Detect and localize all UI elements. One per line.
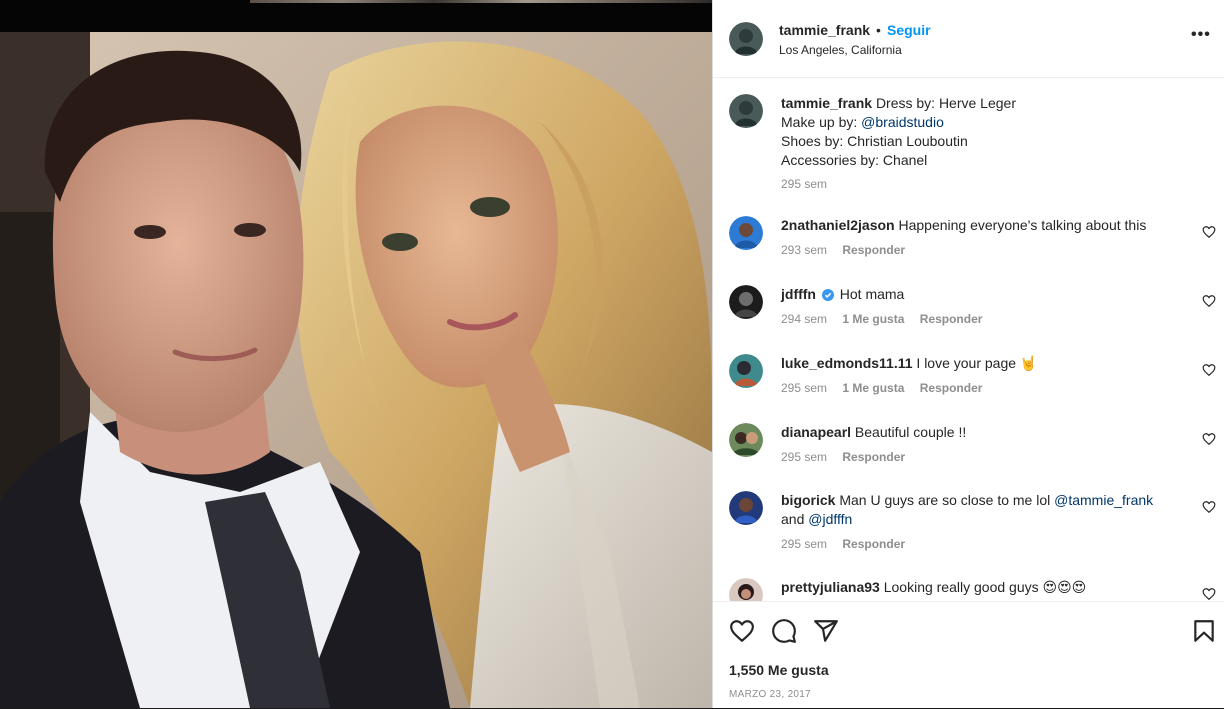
caption-meta: 295 sem	[781, 177, 839, 191]
comment-time[interactable]: 293 sem	[781, 243, 827, 257]
post-actions: 1,550 Me gusta MARZO 23, 2017	[713, 601, 1224, 709]
share-icon[interactable]	[813, 618, 839, 644]
post-side-panel: tammie_frank • Seguir Los Angeles, Calif…	[712, 0, 1224, 708]
comment-body: Man U guys are so close to me lol	[839, 492, 1055, 508]
post-location[interactable]: Los Angeles, California	[779, 43, 902, 57]
reply-button[interactable]: Responder	[842, 537, 905, 551]
comment-body: Beautiful couple !!	[854, 424, 967, 440]
comment-meta: 293 sem Responder	[781, 243, 917, 257]
comment-meta: 294 sem 1 Me gusta Responder	[781, 312, 994, 326]
comment-time[interactable]: 295 sem	[781, 537, 827, 551]
heart-icon[interactable]	[1202, 294, 1216, 308]
heart-icon[interactable]	[1202, 587, 1216, 601]
reply-button[interactable]: Responder	[920, 312, 983, 326]
caption-line-3: Shoes by: Christian Louboutin	[781, 133, 968, 149]
comment-username[interactable]: 2nathaniel2jason	[781, 217, 895, 233]
comment-username[interactable]: dianapearl	[781, 424, 851, 440]
comment-meta: 295 sem Responder	[781, 537, 917, 551]
comment-body: Looking really good guys 😍😍😍	[883, 579, 1087, 595]
heart-icon[interactable]	[1202, 225, 1216, 239]
comment-time[interactable]: 294 sem	[781, 312, 827, 326]
comment-time[interactable]: 295 sem	[781, 450, 827, 464]
avatar[interactable]	[729, 285, 763, 319]
comments-list[interactable]: tammie_frank Dress by: Herve Leger Make …	[713, 78, 1224, 601]
caption-text: tammie_frank Dress by: Herve Leger Make …	[781, 94, 1181, 170]
comment-username[interactable]: bigorick	[781, 492, 835, 508]
mention-link[interactable]: @braidstudio	[861, 114, 944, 130]
caption-line-1: Dress by: Herve Leger	[875, 95, 1016, 111]
comment-body: Hot mama	[839, 286, 905, 302]
verified-badge-icon	[821, 289, 834, 301]
avatar[interactable]	[729, 354, 763, 388]
comment-username[interactable]: prettyjuliana93	[781, 579, 880, 595]
heart-icon[interactable]	[1202, 432, 1216, 446]
comment-text: jdfffn Hot mama	[781, 285, 1181, 304]
bookmark-icon[interactable]	[1191, 618, 1217, 644]
avatar[interactable]	[729, 216, 763, 250]
post-date[interactable]: MARZO 23, 2017	[729, 689, 811, 700]
caption-time[interactable]: 295 sem	[781, 177, 827, 191]
heart-icon[interactable]	[1202, 363, 1216, 377]
comment-text: bigorick Man U guys are so close to me l…	[781, 491, 1181, 529]
comment-likes[interactable]: 1 Me gusta	[842, 312, 904, 326]
reply-button[interactable]: Responder	[842, 450, 905, 464]
mention-link[interactable]: @tammie_frank	[1054, 492, 1153, 508]
comment-body: I love your page 🤘	[916, 355, 1038, 371]
comment-meta: 295 sem 1 Me gusta Responder	[781, 381, 994, 395]
avatar[interactable]	[729, 491, 763, 525]
photo-top-strip	[0, 0, 712, 32]
mention-link[interactable]: @jdfffn	[808, 511, 852, 527]
avatar[interactable]	[729, 578, 763, 601]
post-photo[interactable]	[0, 0, 712, 708]
reply-button[interactable]: Responder	[842, 243, 905, 257]
comment-icon[interactable]	[771, 618, 797, 644]
comment-meta: 295 sem Responder	[781, 450, 917, 464]
follow-button[interactable]: Seguir	[887, 22, 931, 38]
comment-time[interactable]: 295 sem	[781, 381, 827, 395]
post-username[interactable]: tammie_frank	[779, 22, 870, 38]
heart-icon[interactable]	[1202, 500, 1216, 514]
avatar[interactable]	[729, 94, 763, 128]
comment-body: Happening everyone's talking about this	[898, 217, 1147, 233]
caption-line-2: Make up by:	[781, 114, 862, 130]
avatar[interactable]	[729, 22, 763, 56]
comment-text: luke_edmonds11.11 I love your page 🤘	[781, 354, 1181, 373]
caption-username[interactable]: tammie_frank	[781, 95, 872, 111]
avatar[interactable]	[729, 423, 763, 457]
header-separator: •	[876, 22, 881, 38]
comment-text: prettyjuliana93 Looking really good guys…	[781, 578, 1181, 597]
comment-username[interactable]: jdfffn	[781, 286, 816, 302]
comment-body-continued: and	[781, 511, 809, 527]
comment-likes[interactable]: 1 Me gusta	[842, 381, 904, 395]
post-photo-image	[0, 32, 712, 708]
comment-text: dianapearl Beautiful couple !!	[781, 423, 1181, 442]
caption-line-4: Accessories by: Chanel	[781, 152, 928, 168]
more-options-icon[interactable]: •••	[1191, 26, 1211, 44]
heart-icon[interactable]	[729, 618, 755, 644]
likes-count[interactable]: 1,550 Me gusta	[729, 662, 829, 678]
reply-button[interactable]: Responder	[920, 381, 983, 395]
comment-username[interactable]: luke_edmonds11.11	[781, 355, 913, 371]
post-header: tammie_frank • Seguir Los Angeles, Calif…	[713, 0, 1224, 78]
comment-text: 2nathaniel2jason Happening everyone's ta…	[781, 216, 1181, 235]
